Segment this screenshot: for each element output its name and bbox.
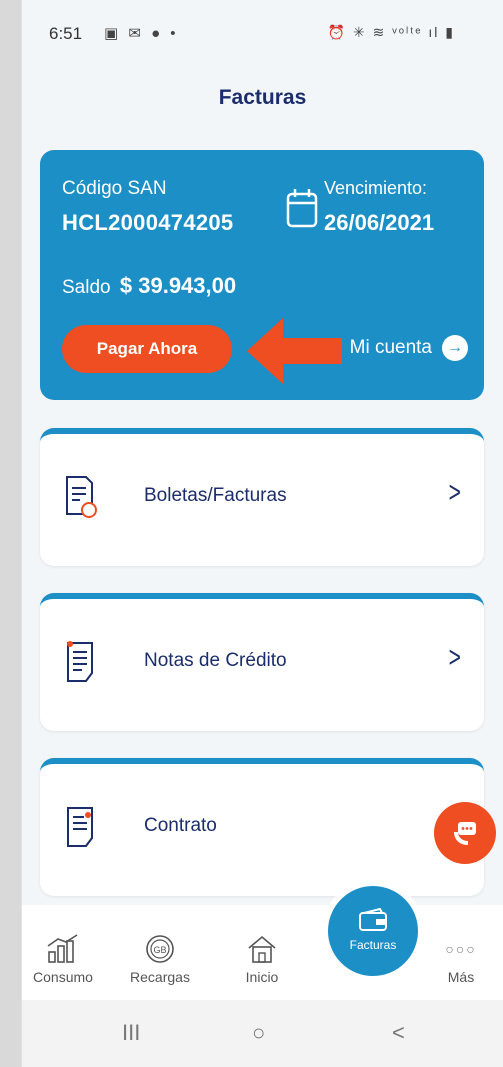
system-navigation-bar: III ○ < <box>22 1000 503 1067</box>
menu-item-invoices[interactable]: Boletas/Facturas > <box>40 428 484 566</box>
due-date-value: 26/06/2021 <box>324 210 435 235</box>
back-icon[interactable]: < <box>392 1020 405 1046</box>
app-screen: 6:51 ▣ ✉ ● • ⏰ ✳ ≋ ᵛᵒˡᵗᵉ ıl ▮ Facturas C… <box>21 0 503 1067</box>
more-icon: ○○○ <box>445 941 477 957</box>
gb-icon: GB <box>120 933 200 965</box>
due-date-label: Vencimiento: <box>324 178 428 198</box>
nav-label: Recargas <box>130 969 190 985</box>
nav-label: Inicio <box>245 969 279 985</box>
invoice-icon <box>66 476 97 518</box>
page-title: Facturas <box>218 86 307 109</box>
status-time: 6:51 <box>49 24 83 43</box>
arrow-right-icon: → <box>442 335 468 361</box>
home-icon <box>222 933 302 965</box>
account-summary-card: Código SAN HCL2000474205 Vencimiento: 26… <box>40 150 484 400</box>
home-button-icon[interactable]: ○ <box>252 1020 265 1046</box>
nav-consumo[interactable]: Consumo <box>23 933 103 985</box>
balance-label: Saldo <box>62 277 111 298</box>
code-value: HCL2000474205 <box>62 210 234 235</box>
nav-mas[interactable]: ○○○ Más <box>421 933 501 985</box>
nav-facturas[interactable]: Facturas <box>322 880 424 982</box>
menu-item-label: Notas de Crédito <box>144 650 287 671</box>
balance-amount: $ 39.943,00 <box>119 273 237 298</box>
menu-item-contract[interactable]: Contrato <box>40 758 484 896</box>
pay-now-button[interactable]: Pagar Ahora <box>62 325 232 373</box>
nav-recargas[interactable]: GB Recargas <box>120 933 200 985</box>
my-account-label: Mi cuenta <box>349 337 432 358</box>
chat-phone-icon <box>454 822 476 845</box>
menu-item-credit-notes[interactable]: Notas de Crédito > <box>40 593 484 731</box>
chat-support-button[interactable] <box>434 802 496 864</box>
status-bar: 6:51 ▣ ✉ ● • ⏰ ✳ ≋ ᵛᵒˡᵗᵉ ıl ▮ <box>22 22 503 48</box>
chevron-right-icon: > <box>449 641 462 674</box>
nav-label: Más <box>447 969 475 985</box>
nav-label: Facturas <box>349 938 397 952</box>
credit-note-icon <box>67 641 93 682</box>
code-label: Código SAN <box>62 178 167 199</box>
menu-item-label: Contrato <box>144 815 217 836</box>
nav-inicio[interactable]: Inicio <box>222 933 302 985</box>
recent-apps-icon[interactable]: III <box>122 1020 140 1046</box>
menu-item-label: Boletas/Facturas <box>144 485 287 506</box>
balance: Saldo $ 39.943,00 <box>62 273 236 299</box>
bottom-navigation: Consumo GB Recargas Inicio ○○○ Más <box>22 905 503 1000</box>
calendar-icon <box>286 189 318 228</box>
notification-icons: ▣ ✉ ● • <box>104 25 179 42</box>
my-account-link[interactable]: Mi cuenta → <box>350 335 468 361</box>
svg-text:GB: GB <box>153 945 166 955</box>
nav-label: Consumo <box>33 969 93 985</box>
wallet-icon <box>328 908 418 932</box>
chevron-right-icon: > <box>449 476 462 509</box>
system-status-icons: ⏰ ✳ ≋ ᵛᵒˡᵗᵉ ıl ▮ <box>327 24 455 40</box>
annotation-arrow-icon <box>247 318 342 384</box>
chart-icon <box>23 933 103 965</box>
contract-icon <box>67 807 93 847</box>
